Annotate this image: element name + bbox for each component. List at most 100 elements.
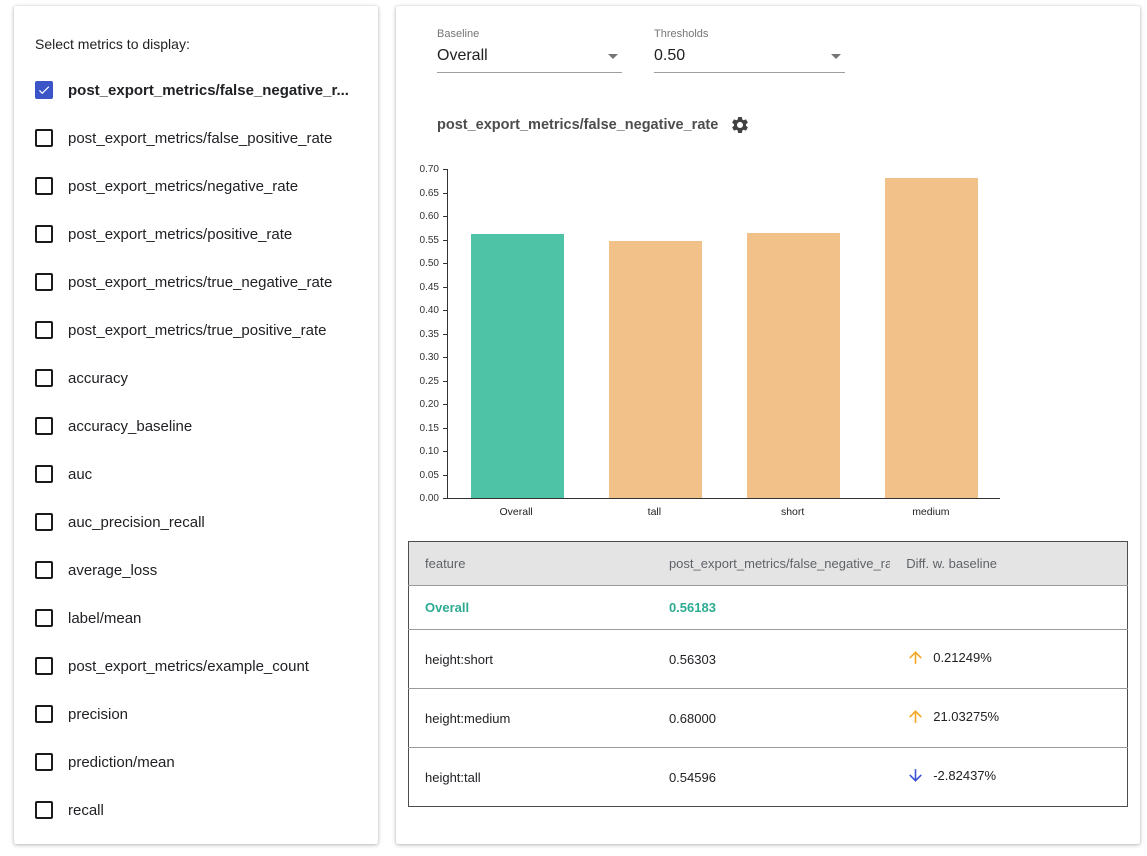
- chevron-down-icon: [608, 54, 618, 59]
- table-row[interactable]: height:tall0.54596 -2.82437%: [409, 748, 1128, 807]
- x-axis-label: short: [724, 499, 862, 518]
- bar-tall[interactable]: [609, 241, 702, 498]
- metric-item[interactable]: precision: [35, 690, 358, 738]
- diff-value: 0.21249%: [933, 650, 992, 665]
- metric-item[interactable]: label/mean: [35, 594, 358, 642]
- metric-label: average_loss: [68, 562, 157, 579]
- metric-item[interactable]: post_export_metrics/false_negative_r...: [35, 66, 358, 114]
- diff-value: 21.03275%: [933, 709, 999, 724]
- value-cell: 0.54596: [653, 748, 890, 807]
- feature-cell: height:medium: [409, 689, 653, 748]
- metrics-table: feature post_export_metrics/false_negati…: [408, 541, 1128, 807]
- baseline-dropdown-label: Baseline: [437, 28, 622, 40]
- y-tick-label: 0.70: [420, 164, 439, 175]
- checkbox-icon[interactable]: [35, 369, 53, 387]
- metric-label: post_export_metrics/positive_rate: [68, 226, 292, 243]
- checkbox-icon[interactable]: [35, 321, 53, 339]
- checkbox-icon[interactable]: [35, 225, 53, 243]
- bar-slot: [448, 169, 586, 498]
- gear-icon[interactable]: [730, 115, 750, 135]
- metric-item[interactable]: recall: [35, 786, 358, 834]
- metric-item[interactable]: auc: [35, 450, 358, 498]
- checkbox-icon[interactable]: [35, 753, 53, 771]
- checkbox-icon[interactable]: [35, 801, 53, 819]
- bars: [448, 169, 1000, 498]
- bar-slot: [862, 169, 1000, 498]
- bar-medium[interactable]: [885, 178, 978, 498]
- metric-item[interactable]: auc_precision_recall: [35, 498, 358, 546]
- metric-item[interactable]: prediction/mean: [35, 738, 358, 786]
- metric-label: accuracy: [68, 370, 128, 387]
- bar-slot: [586, 169, 724, 498]
- diff-indicator: -2.82437%: [906, 766, 996, 785]
- checkbox-icon[interactable]: [35, 129, 53, 147]
- x-labels: Overalltallshortmedium: [447, 499, 1000, 518]
- value-cell: 0.56303: [653, 630, 890, 689]
- checkbox-icon[interactable]: [35, 705, 53, 723]
- x-axis-label: tall: [585, 499, 723, 518]
- feature-cell: Overall: [409, 586, 653, 630]
- checkbox-icon[interactable]: [35, 657, 53, 675]
- arrow-up-icon: [906, 648, 925, 667]
- y-tick-label: 0.55: [420, 235, 439, 246]
- checkbox-icon[interactable]: [35, 417, 53, 435]
- bar-overall[interactable]: [471, 234, 564, 498]
- checkbox-icon[interactable]: [35, 561, 53, 579]
- diff-indicator: 0.21249%: [906, 648, 992, 667]
- metric-item[interactable]: post_export_metrics/negative_rate: [35, 162, 358, 210]
- feature-cell: height:tall: [409, 748, 653, 807]
- baseline-dropdown[interactable]: Baseline Overall: [437, 28, 622, 73]
- metric-item[interactable]: post_export_metrics/example_count: [35, 642, 358, 690]
- metric-item[interactable]: post_export_metrics/false_positive_rate: [35, 114, 358, 162]
- y-tick-label: 0.00: [420, 493, 439, 504]
- bar-chart: 0.000.050.100.150.200.250.300.350.400.45…: [447, 169, 1000, 499]
- y-tick-label: 0.35: [420, 329, 439, 340]
- table-header-row: feature post_export_metrics/false_negati…: [409, 542, 1128, 586]
- metric-label: post_export_metrics/negative_rate: [68, 178, 298, 195]
- value-cell: 0.56183: [653, 586, 890, 630]
- baseline-dropdown-value: Overall: [437, 47, 488, 65]
- feature-cell: height:short: [409, 630, 653, 689]
- table-row[interactable]: height:medium0.6800021.03275%: [409, 689, 1128, 748]
- thresholds-dropdown-label: Thresholds: [654, 28, 845, 40]
- thresholds-dropdown-value: 0.50: [654, 47, 685, 65]
- metrics-table-body: Overall0.56183height:short0.56303 0.21249…: [409, 586, 1128, 807]
- y-tick-label: 0.25: [420, 376, 439, 387]
- x-axis-label: medium: [862, 499, 1000, 518]
- checkbox-icon[interactable]: [35, 81, 53, 99]
- metric-item[interactable]: average_loss: [35, 546, 358, 594]
- bar-slot: [724, 169, 862, 498]
- header-diff: Diff. w. baseline: [890, 542, 1127, 586]
- header-feature: feature: [409, 542, 653, 586]
- chart-title: post_export_metrics/false_negative_rate: [437, 117, 718, 133]
- diff-indicator: 21.03275%: [906, 707, 999, 726]
- checkbox-icon[interactable]: [35, 273, 53, 291]
- metric-item[interactable]: accuracy: [35, 354, 358, 402]
- table-row[interactable]: Overall0.56183: [409, 586, 1128, 630]
- thresholds-dropdown[interactable]: Thresholds 0.50: [654, 28, 845, 73]
- bar-short[interactable]: [747, 233, 840, 498]
- metric-item[interactable]: post_export_metrics/true_negative_rate: [35, 258, 358, 306]
- metric-label: post_export_metrics/true_positive_rate: [68, 322, 326, 339]
- metric-item[interactable]: post_export_metrics/positive_rate: [35, 210, 358, 258]
- checkbox-icon[interactable]: [35, 609, 53, 627]
- table-row[interactable]: height:short0.56303 0.21249%: [409, 630, 1128, 689]
- metric-item[interactable]: post_export_metrics/true_positive_rate: [35, 306, 358, 354]
- metric-label: label/mean: [68, 610, 141, 627]
- checkbox-icon[interactable]: [35, 177, 53, 195]
- metrics-select-panel: Select metrics to display: post_export_m…: [14, 6, 378, 844]
- diff-cell: [890, 586, 1127, 630]
- checkbox-icon[interactable]: [35, 513, 53, 531]
- y-tick-label: 0.10: [420, 446, 439, 457]
- y-tick-label: 0.40: [420, 305, 439, 316]
- metric-label: post_export_metrics/false_positive_rate: [68, 130, 332, 147]
- metric-item[interactable]: accuracy_baseline: [35, 402, 358, 450]
- checkbox-icon[interactable]: [35, 465, 53, 483]
- y-tick-label: 0.30: [420, 352, 439, 363]
- controls-bar: Baseline Overall Thresholds 0.50: [437, 28, 1140, 73]
- metric-label: prediction/mean: [68, 754, 175, 771]
- metrics-panel-title: Select metrics to display:: [35, 36, 358, 52]
- metrics-list: post_export_metrics/false_negative_r...p…: [35, 66, 358, 834]
- metric-label: precision: [68, 706, 128, 723]
- y-tick-mark: [443, 498, 448, 499]
